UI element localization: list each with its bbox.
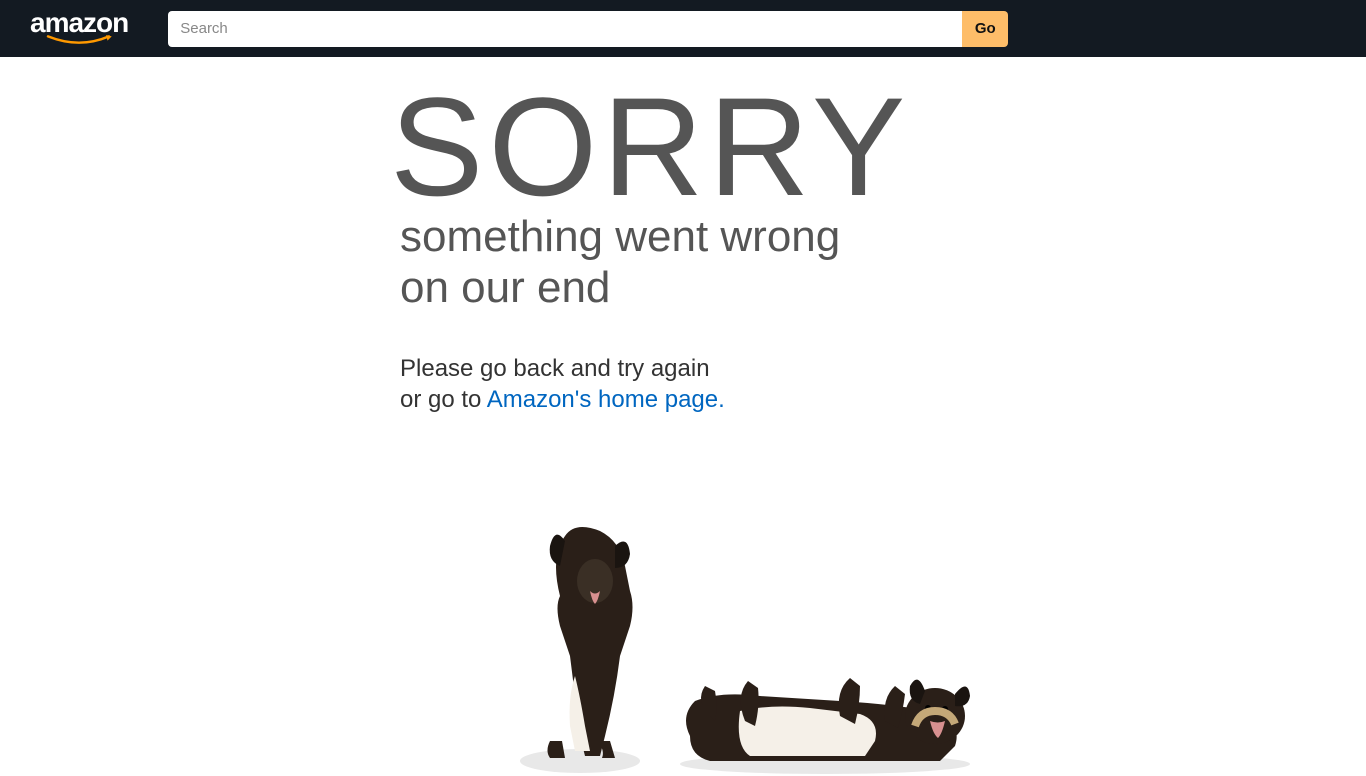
header: amazon Go [0, 0, 1366, 57]
logo-text: amazon [30, 9, 128, 37]
amazon-logo[interactable]: amazon [30, 9, 128, 49]
search-go-button[interactable]: Go [962, 11, 1008, 47]
subheading-line2: on our end [400, 263, 610, 312]
subheading-line1: something went wrong [400, 212, 840, 261]
instruction-line2-prefix: or go to [400, 386, 487, 413]
amazon-smile-icon [42, 35, 117, 49]
dogs-illustration [430, 476, 990, 776]
search-container: Go [168, 11, 1008, 47]
home-page-link[interactable]: Amazon's home page. [487, 386, 725, 413]
dog-lying-icon [660, 616, 990, 776]
error-subheading: something went wrong on our end [400, 212, 1366, 313]
error-instructions: Please go back and try again or go to Am… [400, 353, 1366, 415]
error-content: SORRY something went wrong on our end Pl… [0, 57, 1366, 776]
search-input[interactable] [168, 11, 962, 47]
dog-sitting-icon [490, 496, 670, 776]
sorry-heading: SORRY [390, 77, 1366, 217]
instruction-line1: Please go back and try again [400, 355, 710, 382]
